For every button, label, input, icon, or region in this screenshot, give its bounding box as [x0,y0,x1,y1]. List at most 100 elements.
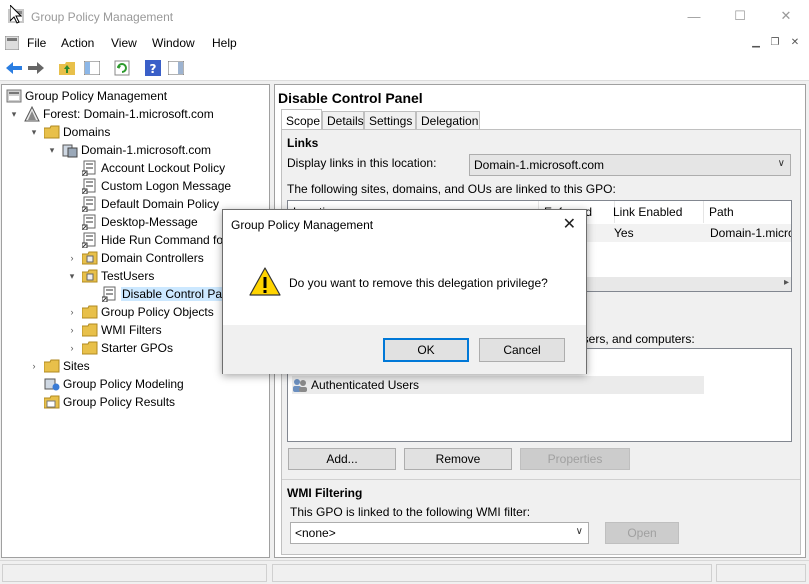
dialog-message: Do you want to remove this delegation pr… [289,276,548,290]
tree-item[interactable]: ▾ Forest: Domain-1.microsoft.com [8,105,214,123]
gpo-link-icon [81,232,98,249]
menu-window[interactable]: Window [152,36,195,50]
remove-button[interactable]: Remove [404,448,512,470]
wmi-filter-value: <none> [295,526,336,540]
gpo-link-icon [81,160,98,177]
mdi-minimize-button[interactable]: ▁ [748,36,764,50]
tree-item[interactable]: ▾ Domains [28,123,111,141]
menu-help[interactable]: Help [212,36,237,50]
path-cell: Domain-1.microsoft.com [710,226,791,240]
forest-icon [24,105,40,122]
menu-view[interactable]: View [111,36,137,50]
tab-settings[interactable]: Settings [364,111,416,130]
menu-action[interactable]: Action [61,36,94,50]
forward-button[interactable] [27,59,45,76]
open-wmi-button[interactable]: Open [605,522,679,544]
wmi-filter-dropdown[interactable]: <none> ∨ [290,522,589,544]
wmi-filtering-heading: WMI Filtering [287,486,363,500]
section-divider [282,479,800,480]
status-segment [272,564,712,582]
chevron-down-icon[interactable]: ▾ [28,127,40,138]
tree-item[interactable]: › Domain Controllers [66,249,204,267]
mouse-cursor-icon [10,5,22,24]
refresh-button[interactable] [113,59,131,76]
tab-details[interactable]: Details [322,111,364,130]
gpo-link-icon [81,178,98,195]
help-icon: ? [145,59,161,76]
properties-button[interactable]: Properties [520,448,630,470]
tree-item[interactable]: › Starter GPOs [66,339,174,357]
folder-icon [43,124,60,140]
gpm-icon [6,88,22,104]
mmc-document-icon[interactable] [5,36,19,50]
column-path[interactable]: Path [704,201,791,223]
tab-delegation[interactable]: Delegation [416,111,480,130]
chevron-right-icon[interactable]: › [66,253,78,263]
minimize-button[interactable]: — [671,0,717,32]
svg-text:?: ? [150,62,157,76]
chevron-down-icon[interactable]: ▾ [46,145,58,156]
tree-item[interactable]: ▾ TestUsers [66,267,155,285]
tree-item[interactable]: Group Policy Management [6,87,167,105]
mdi-restore-button[interactable]: ❐ [767,36,783,50]
sites-icon [43,358,60,374]
cancel-button[interactable]: Cancel [479,338,565,362]
modeling-icon [44,376,60,392]
tree-item[interactable]: Desktop-Message [81,213,198,231]
chevron-down-icon[interactable]: ▾ [8,109,20,120]
tree-item[interactable]: Hide Run Command fo [81,231,223,249]
back-arrow-icon [6,61,22,74]
tree-item[interactable]: ▾ Domain-1.microsoft.com [46,141,211,159]
maximize-button[interactable]: ☐ [717,0,763,32]
add-button[interactable]: Add... [288,448,396,470]
title-bar: Group Policy Management — ☐ ✕ [0,0,809,32]
display-links-label: Display links in this location: [287,156,437,170]
tree-item[interactable]: Account Lockout Policy [81,159,225,177]
tree-item[interactable]: Group Policy Results [43,393,175,411]
chevron-right-icon[interactable]: › [66,343,78,353]
status-segment [716,564,806,582]
tree-item[interactable]: Default Domain Policy [81,195,219,213]
window-title: Group Policy Management [31,10,174,24]
folder-icon [81,304,98,320]
gpo-link-icon [81,196,98,213]
refresh-icon [114,60,130,75]
chevron-right-icon[interactable]: › [28,361,40,371]
up-folder-button[interactable] [58,59,76,76]
chevron-right-icon[interactable]: › [66,307,78,317]
tree-item[interactable]: › WMI Filters [66,321,162,339]
help-button[interactable]: ? [144,59,162,76]
linked-ous-label: The following sites, domains, and OUs ar… [287,182,616,196]
chevron-down-icon: ∨ [777,158,785,169]
domain-icon [62,142,78,158]
back-button[interactable] [5,59,23,76]
tree-item[interactable]: › Sites [28,357,90,375]
tab-scope[interactable]: Scope [281,109,322,130]
results-icon [43,394,60,410]
tree-item[interactable]: Group Policy Modeling [44,375,184,393]
close-button[interactable]: ✕ [763,0,809,32]
gpo-link-icon [101,286,118,303]
folder-up-icon [59,61,75,75]
chevron-down-icon[interactable]: ▾ [66,271,78,282]
forward-arrow-icon [28,61,44,74]
mdi-close-button[interactable]: ✕ [787,36,803,50]
gpo-title: Disable Control Panel [278,90,423,106]
chevron-down-icon: ∨ [575,526,583,537]
tree-item-selected[interactable]: Disable Control Pan [101,285,230,303]
confirm-remove-dialog: Group Policy Management ✕ Do you want to… [222,209,587,374]
location-dropdown[interactable]: Domain-1.microsoft.com ∨ [469,154,791,176]
chevron-right-icon[interactable]: › [66,325,78,335]
tree-item[interactable]: Custom Logon Message [81,177,231,195]
menu-file[interactable]: File [27,36,46,50]
toolbar: ? [0,54,809,81]
scroll-right-icon[interactable]: ▸ [784,277,789,288]
ok-button[interactable]: OK [383,338,469,362]
tree-item[interactable]: › Group Policy Objects [66,303,214,321]
show-hide-tree-button[interactable] [83,59,101,76]
list-item[interactable]: Authenticated Users [292,376,704,394]
gpo-link-icon [81,214,98,231]
dialog-close-button[interactable]: ✕ [563,214,576,234]
show-action-pane-button[interactable] [167,59,185,76]
column-link-enabled[interactable]: Link Enabled [608,201,704,223]
